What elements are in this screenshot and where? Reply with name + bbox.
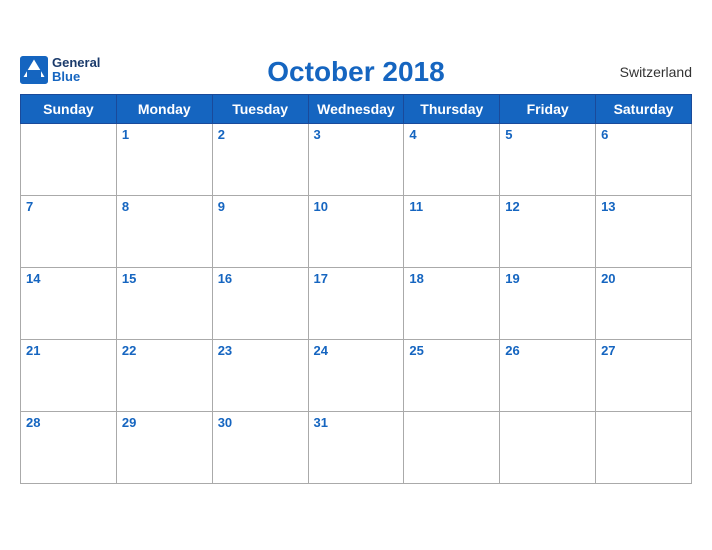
- day-number: 30: [218, 415, 232, 430]
- calendar-day-cell: 19: [500, 268, 596, 340]
- day-number: 7: [26, 199, 33, 214]
- calendar-day-cell: 31: [308, 412, 404, 484]
- header-sunday: Sunday: [21, 95, 117, 124]
- day-number: 14: [26, 271, 40, 286]
- day-number: 27: [601, 343, 615, 358]
- calendar-table: Sunday Monday Tuesday Wednesday Thursday…: [20, 94, 692, 484]
- day-number: 2: [218, 127, 225, 142]
- day-number: 23: [218, 343, 232, 358]
- calendar-body: 1234567891011121314151617181920212223242…: [21, 124, 692, 484]
- calendar-day-cell: 25: [404, 340, 500, 412]
- day-number: 31: [314, 415, 328, 430]
- day-number: 5: [505, 127, 512, 142]
- day-number: 24: [314, 343, 328, 358]
- calendar-day-cell: 29: [116, 412, 212, 484]
- day-number: 12: [505, 199, 519, 214]
- calendar-day-cell: 27: [596, 340, 692, 412]
- calendar-day-cell: 26: [500, 340, 596, 412]
- calendar-week-row: 28 29 30 31: [21, 412, 692, 484]
- day-number: 11: [409, 199, 423, 214]
- day-number: 15: [122, 271, 136, 286]
- calendar-day-cell: 18: [404, 268, 500, 340]
- day-number: 8: [122, 199, 129, 214]
- day-number: 18: [409, 271, 423, 286]
- calendar-day-cell: 3: [308, 124, 404, 196]
- day-number: 19: [505, 271, 519, 286]
- calendar-day-cell: 13: [596, 196, 692, 268]
- generalblue-logo-icon: [20, 56, 48, 84]
- calendar-day-cell: [596, 412, 692, 484]
- day-number: 9: [218, 199, 225, 214]
- day-number: 22: [122, 343, 136, 358]
- logo-text: General Blue: [52, 56, 100, 85]
- day-number: 4: [409, 127, 416, 142]
- calendar-day-cell: 15: [116, 268, 212, 340]
- calendar-day-cell: [404, 412, 500, 484]
- calendar-day-cell: 24: [308, 340, 404, 412]
- calendar-day-cell: 8: [116, 196, 212, 268]
- calendar-day-cell: 28: [21, 412, 117, 484]
- calendar-day-cell: 1: [116, 124, 212, 196]
- header-tuesday: Tuesday: [212, 95, 308, 124]
- header-saturday: Saturday: [596, 95, 692, 124]
- day-number: 1: [122, 127, 129, 142]
- day-number: 20: [601, 271, 615, 286]
- day-number: 3: [314, 127, 321, 142]
- calendar-week-row: 21 22 23 24 25 26 27: [21, 340, 692, 412]
- logo-line2: Blue: [52, 70, 100, 84]
- calendar-day-cell: [21, 124, 117, 196]
- day-number: 21: [26, 343, 40, 358]
- calendar-day-cell: 9: [212, 196, 308, 268]
- logo-line1: General: [52, 56, 100, 70]
- calendar-day-cell: 5: [500, 124, 596, 196]
- day-number: 26: [505, 343, 519, 358]
- calendar-day-cell: 17: [308, 268, 404, 340]
- header-friday: Friday: [500, 95, 596, 124]
- calendar-day-cell: 2: [212, 124, 308, 196]
- day-number: 25: [409, 343, 423, 358]
- day-number: 17: [314, 271, 328, 286]
- day-number: 10: [314, 199, 328, 214]
- calendar-day-cell: 22: [116, 340, 212, 412]
- calendar-day-cell: 4: [404, 124, 500, 196]
- calendar-day-cell: 23: [212, 340, 308, 412]
- country-label: Switzerland: [620, 64, 692, 80]
- calendar-week-row: 7 8 9 10 11 12 13: [21, 196, 692, 268]
- calendar-day-cell: 10: [308, 196, 404, 268]
- calendar-week-row: 14 15 16 17 18 19 20: [21, 268, 692, 340]
- calendar-wrapper: General Blue October 2018 Switzerland Su…: [0, 46, 712, 504]
- header-monday: Monday: [116, 95, 212, 124]
- header-wednesday: Wednesday: [308, 95, 404, 124]
- day-number: 29: [122, 415, 136, 430]
- calendar-day-cell: [500, 412, 596, 484]
- calendar-day-cell: 30: [212, 412, 308, 484]
- calendar-day-cell: 21: [21, 340, 117, 412]
- calendar-day-cell: 7: [21, 196, 117, 268]
- calendar-day-cell: 16: [212, 268, 308, 340]
- calendar-week-row: 1 2 3 4 5 6: [21, 124, 692, 196]
- calendar-day-cell: 20: [596, 268, 692, 340]
- day-number: 28: [26, 415, 40, 430]
- day-number: 6: [601, 127, 608, 142]
- calendar-day-cell: 14: [21, 268, 117, 340]
- weekday-header-row: Sunday Monday Tuesday Wednesday Thursday…: [21, 95, 692, 124]
- calendar-day-cell: 6: [596, 124, 692, 196]
- logo-area: General Blue: [20, 56, 100, 85]
- calendar-day-cell: 11: [404, 196, 500, 268]
- calendar-day-cell: 12: [500, 196, 596, 268]
- calendar-title: October 2018: [267, 56, 444, 88]
- day-number: 16: [218, 271, 232, 286]
- header-thursday: Thursday: [404, 95, 500, 124]
- calendar-header: General Blue October 2018 Switzerland: [20, 56, 692, 88]
- day-number: 13: [601, 199, 615, 214]
